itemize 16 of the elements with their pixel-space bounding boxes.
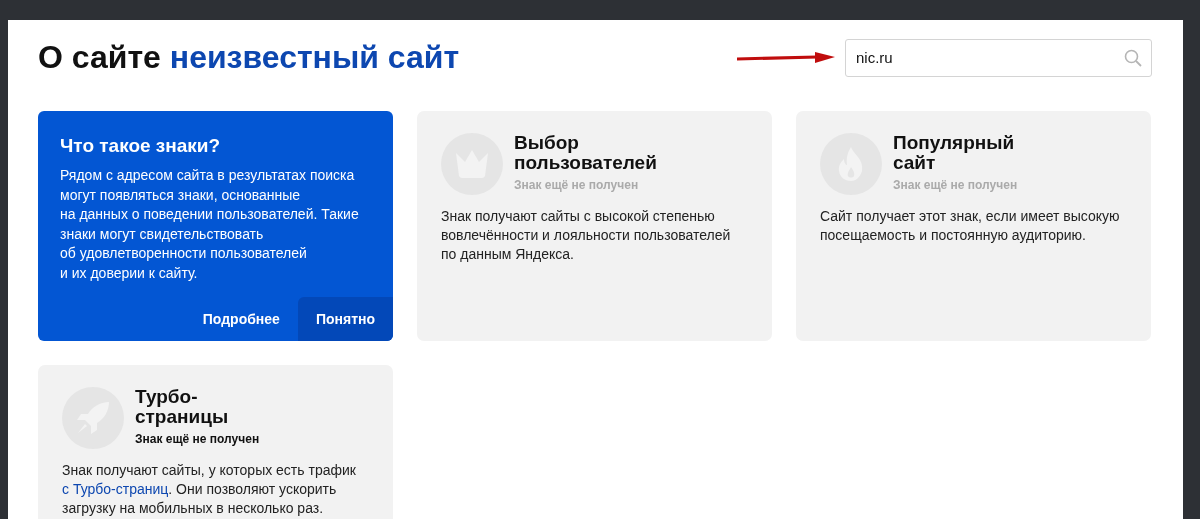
- page-title: О сайте неизвестный сайт: [38, 39, 460, 76]
- search-field[interactable]: nic.ru: [845, 38, 1152, 77]
- badge-status: Знак ещё не получен: [893, 178, 1019, 192]
- badge-status: Знак ещё не получен: [514, 178, 640, 192]
- badge-description: Сайт получает этот знак, если имеет высокую посещаемость и постоянную аудиторию.: [820, 207, 1121, 245]
- info-title: Что такое знаки?: [59, 134, 222, 157]
- badge-title: Популярный сайт: [893, 133, 1016, 173]
- badge-description: Знак получают сайты с высокой степенью вовлечённости и лояльности пользователей по данным Яндекса.: [441, 207, 732, 264]
- badge-title: Выбор пользователей: [514, 133, 658, 173]
- badge-description: Знак получают сайты, у которых есть трафик с Турбо-страниц. Они позволяют ускорить загрузку на мобильных в несколько раз.: [62, 461, 357, 518]
- card-button[interactable]: Понятно: [297, 297, 393, 341]
- search-icon: [1124, 48, 1142, 67]
- badge-status: Знак ещё не получен: [135, 432, 261, 446]
- badge-title: Турбо-страницы: [135, 387, 230, 427]
- info-text: Рядом с адресом сайта в результатах поиска могут появляться знаки, основанные на данных о поведении пользователей. Такие знаки могут свидетельствовать об удовлетворенности пользователей и их доверии к сайту.: [59, 166, 360, 283]
- card-button[interactable]: Подробнее: [184, 297, 298, 341]
